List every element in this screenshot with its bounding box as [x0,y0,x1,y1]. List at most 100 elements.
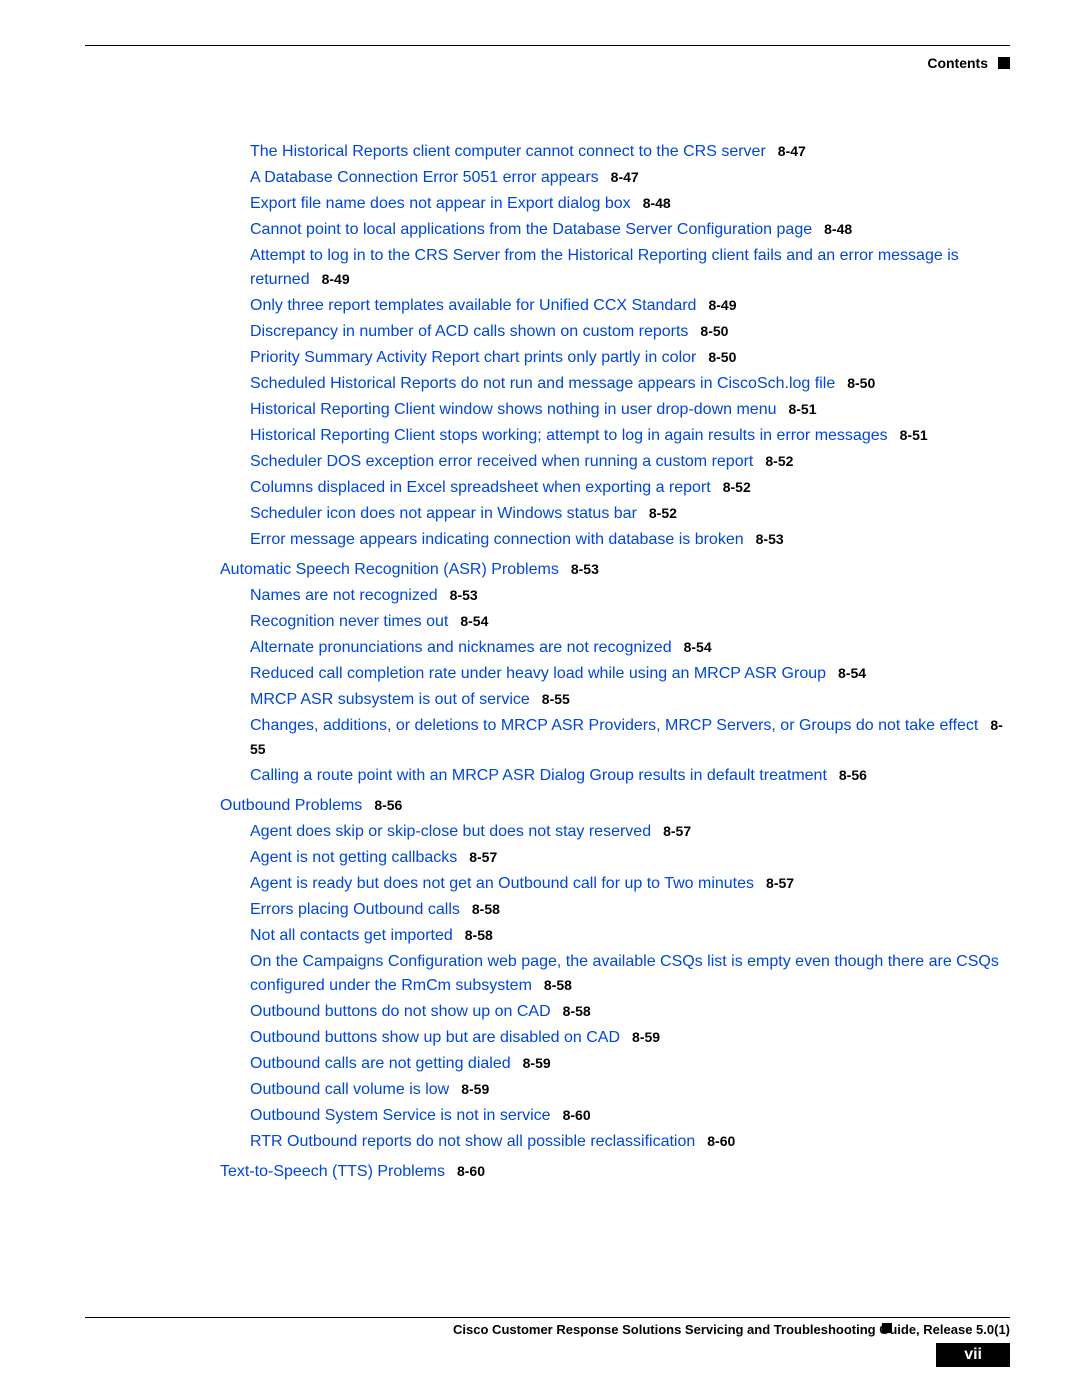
footer: Cisco Customer Response Solutions Servic… [85,1317,1010,1337]
page-ref: 8-48 [643,195,671,211]
toc-entry: Scheduled Historical Reports do not run … [250,372,1010,396]
page-ref: 8-56 [839,767,867,783]
top-rule [85,45,1010,46]
page-ref: 8-47 [778,143,806,159]
toc-link[interactable]: Agent is ready but does not get an Outbo… [250,875,754,892]
toc-link[interactable]: Outbound Problems [220,797,362,814]
toc-link[interactable]: Changes, additions, or deletions to MRCP… [250,717,978,734]
page-ref: 8-51 [788,401,816,417]
toc-link[interactable]: Outbound buttons show up but are disable… [250,1029,620,1046]
section-header: Outbound Problems 8-56 [220,794,1010,818]
toc-entry: Recognition never times out 8-54 [250,610,1010,634]
page-ref: 8-58 [563,1003,591,1019]
toc-link[interactable]: Errors placing Outbound calls [250,901,460,918]
toc-link[interactable]: Cannot point to local applications from … [250,221,812,238]
toc-link[interactable]: Calling a route point with an MRCP ASR D… [250,767,827,784]
page-ref: 8-60 [707,1133,735,1149]
toc-link[interactable]: Automatic Speech Recognition (ASR) Probl… [220,561,559,578]
toc-entry: Historical Reporting Client window shows… [250,398,1010,422]
footer-rule [85,1317,1010,1318]
page-ref: 8-60 [457,1163,485,1179]
toc-link[interactable]: Agent is not getting callbacks [250,849,457,866]
toc-link[interactable]: On the Campaigns Configuration web page,… [250,953,999,994]
document-page: Contents The Historical Reports client c… [0,0,1080,1397]
page-ref: 8-57 [663,823,691,839]
toc-link[interactable]: Attempt to log in to the CRS Server from… [250,247,959,288]
toc-link[interactable]: Recognition never times out [250,613,448,630]
page-ref: 8-58 [465,927,493,943]
page-ref: 8-60 [563,1107,591,1123]
toc-entry: Agent is ready but does not get an Outbo… [250,872,1010,896]
toc-link[interactable]: Reduced call completion rate under heavy… [250,665,826,682]
toc-link[interactable]: A Database Connection Error 5051 error a… [250,169,599,186]
page-ref: 8-53 [756,531,784,547]
page-ref: 8-53 [450,587,478,603]
section-header: Text-to-Speech (TTS) Problems 8-60 [220,1160,1010,1184]
toc-link[interactable]: Discrepancy in number of ACD calls shown… [250,323,688,340]
page-ref: 8-53 [571,561,599,577]
toc-entry: Agent is not getting callbacks 8-57 [250,846,1010,870]
toc-link[interactable]: Priority Summary Activity Report chart p… [250,349,696,366]
toc-link[interactable]: MRCP ASR subsystem is out of service [250,691,530,708]
toc-link[interactable]: Scheduled Historical Reports do not run … [250,375,835,392]
page-number: vii [936,1343,1010,1367]
page-ref: 8-49 [708,297,736,313]
toc-link[interactable]: Outbound System Service is not in servic… [250,1107,551,1124]
toc-entry: The Historical Reports client computer c… [250,140,1010,164]
toc-link[interactable]: Scheduler DOS exception error received w… [250,453,753,470]
toc-entry: Reduced call completion rate under heavy… [250,662,1010,686]
toc-link[interactable]: Not all contacts get imported [250,927,453,944]
toc-content: The Historical Reports client computer c… [250,140,1010,1186]
toc-entry: Outbound calls are not getting dialed8-5… [250,1052,1010,1076]
toc-link[interactable]: Agent does skip or skip-close but does n… [250,823,651,840]
toc-link[interactable]: Alternate pronunciations and nicknames a… [250,639,672,656]
toc-entry: On the Campaigns Configuration web page,… [250,950,1010,998]
footer-square-icon [882,1323,892,1333]
page-ref: 8-54 [460,613,488,629]
page-ref: 8-59 [632,1029,660,1045]
toc-link[interactable]: Outbound calls are not getting dialed [250,1055,511,1072]
page-ref: 8-48 [824,221,852,237]
toc-link[interactable]: RTR Outbound reports do not show all pos… [250,1133,695,1150]
page-ref: 8-52 [649,505,677,521]
toc-entry: Changes, additions, or deletions to MRCP… [250,714,1010,762]
toc-entry: Errors placing Outbound calls8-58 [250,898,1010,922]
toc-link[interactable]: Scheduler icon does not appear in Window… [250,505,637,522]
page-ref: 8-50 [708,349,736,365]
page-ref: 8-57 [766,875,794,891]
toc-link[interactable]: Error message appears indicating connect… [250,531,744,548]
page-ref: 8-50 [700,323,728,339]
toc-entry: Cannot point to local applications from … [250,218,1010,242]
toc-entry: A Database Connection Error 5051 error a… [250,166,1010,190]
page-ref: 8-57 [469,849,497,865]
toc-link[interactable]: The Historical Reports client computer c… [250,143,766,160]
footer-text: Cisco Customer Response Solutions Servic… [85,1322,1010,1337]
toc-entry: MRCP ASR subsystem is out of service 8-55 [250,688,1010,712]
toc-entry: Alternate pronunciations and nicknames a… [250,636,1010,660]
toc-link[interactable]: Historical Reporting Client stops workin… [250,427,888,444]
toc-link[interactable]: Outbound call volume is low [250,1081,449,1098]
page-ref: 8-55 [542,691,570,707]
toc-entry: Calling a route point with an MRCP ASR D… [250,764,1010,788]
toc-entry: Scheduler icon does not appear in Window… [250,502,1010,526]
toc-link[interactable]: Names are not recognized [250,587,438,604]
toc-entry: Names are not recognized 8-53 [250,584,1010,608]
toc-link[interactable]: Columns displaced in Excel spreadsheet w… [250,479,711,496]
toc-entry: Only three report templates available fo… [250,294,1010,318]
toc-entry: Error message appears indicating connect… [250,528,1010,552]
page-ref: 8-52 [723,479,751,495]
toc-link[interactable]: Export file name does not appear in Expo… [250,195,631,212]
toc-link[interactable]: Outbound buttons do not show up on CAD [250,1003,551,1020]
toc-entry: Agent does skip or skip-close but does n… [250,820,1010,844]
toc-link[interactable]: Historical Reporting Client window shows… [250,401,776,418]
toc-link[interactable]: Text-to-Speech (TTS) Problems [220,1163,445,1180]
page-ref: 8-56 [374,797,402,813]
toc-entry: Scheduler DOS exception error received w… [250,450,1010,474]
page-ref: 8-54 [838,665,866,681]
toc-entry: Outbound call volume is low8-59 [250,1078,1010,1102]
page-ref: 8-50 [847,375,875,391]
toc-link[interactable]: Only three report templates available fo… [250,297,696,314]
toc-entry: Discrepancy in number of ACD calls shown… [250,320,1010,344]
page-ref: 8-51 [900,427,928,443]
toc-entry: Not all contacts get imported 8-58 [250,924,1010,948]
